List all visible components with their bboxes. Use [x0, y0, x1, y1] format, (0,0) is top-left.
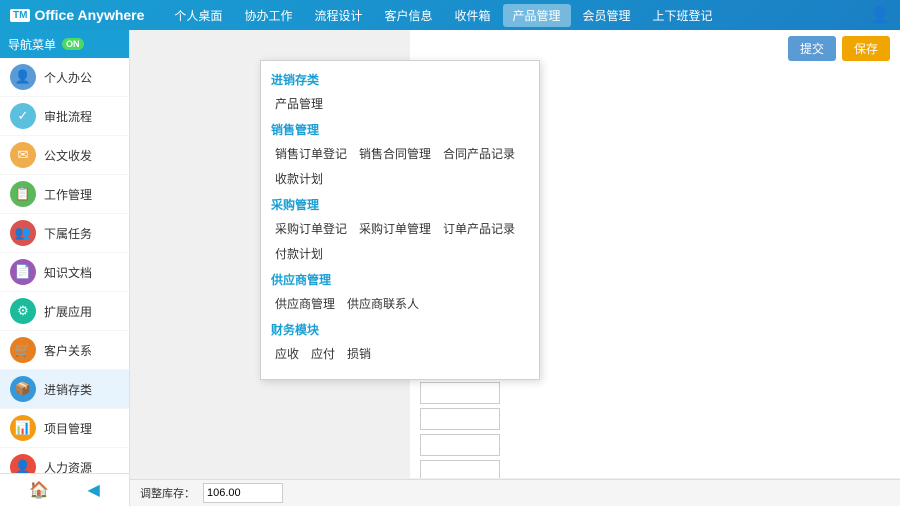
dropdown-items-sales-payment: 收款计划 [271, 169, 529, 188]
sidebar-header: 导航菜单 ON [0, 30, 129, 58]
sidebar-item-extend[interactable]: ⚙ 扩展应用 [0, 292, 129, 331]
toolbar: 提交 保存 [788, 36, 890, 61]
status-label: 调整库存： [140, 485, 195, 501]
sidebar-header-label: 导航菜单 [8, 36, 56, 53]
nav-item-cowork[interactable]: 协办工作 [234, 4, 302, 27]
dropdown-link-purchase-product[interactable]: 订单产品记录 [439, 219, 519, 238]
form-input-15[interactable] [420, 434, 500, 456]
save-button[interactable]: 保存 [842, 36, 890, 61]
sidebar-toggle[interactable]: ON [62, 38, 84, 50]
sidebar-item-personal[interactable]: 👤 个人办公 [0, 58, 129, 97]
status-bar: 调整库存： [130, 479, 900, 506]
sidebar-label-approval: 审批流程 [44, 108, 92, 125]
form-input-16[interactable] [420, 460, 500, 478]
nav-menu: 个人桌面 协办工作 流程设计 客户信息 收件箱 产品管理 会员管理 上下班登记 [164, 4, 870, 27]
nav-item-inbox[interactable]: 收件箱 [444, 4, 500, 27]
nav-item-checkin[interactable]: 上下班登记 [643, 4, 723, 27]
sidebar-label-mail: 公文收发 [44, 147, 92, 164]
dropdown-link-payable[interactable]: 应付 [307, 344, 339, 363]
sidebar-label-hr: 人力资源 [44, 459, 92, 474]
knowledge-icon: 📄 [10, 259, 36, 285]
sidebar-label-personal: 个人办公 [44, 69, 92, 86]
sidebar-item-workmanage[interactable]: 📋 工作管理 [0, 175, 129, 214]
project-icon: 📊 [10, 415, 36, 441]
form-input-14[interactable] [420, 408, 500, 430]
sidebar-label-inventory: 进销存类 [44, 381, 92, 398]
sidebar-item-mail[interactable]: ✉ 公文收发 [0, 136, 129, 175]
sidebar-label-workmanage: 工作管理 [44, 186, 92, 203]
sidebar-item-approval[interactable]: ✓ 审批流程 [0, 97, 129, 136]
dropdown-section-title-supplier: 供应商管理 [271, 271, 529, 288]
dropdown-link-sales-contract[interactable]: 销售合同管理 [355, 144, 435, 163]
nav-item-personal-desk[interactable]: 个人桌面 [164, 4, 232, 27]
sidebar-items: 👤 个人办公 ✓ 审批流程 ✉ 公文收发 📋 工作管理 👥 下属任务 📄 知 [0, 58, 129, 473]
form-row-13 [420, 382, 890, 404]
form-row-16 [420, 460, 890, 478]
sidebar-item-crm[interactable]: 🛒 客户关系 [0, 331, 129, 370]
nav-item-member[interactable]: 会员管理 [573, 4, 641, 27]
user-icon[interactable]: 👤 [870, 5, 890, 25]
dropdown-items-purchase: 采购订单登记 采购订单管理 订单产品记录 [271, 219, 529, 238]
form-row-15 [420, 434, 890, 456]
personal-icon: 👤 [10, 64, 36, 90]
crm-icon: 🛒 [10, 337, 36, 363]
sidebar-label-project: 项目管理 [44, 420, 92, 437]
dropdown-items-sales: 销售订单登记 销售合同管理 合同产品记录 [271, 144, 529, 163]
dropdown-items-purchase-payment: 付款计划 [271, 244, 529, 263]
sidebar-label-subtask: 下属任务 [44, 225, 92, 242]
dropdown-link-pay-plan[interactable]: 付款计划 [271, 244, 327, 263]
nav-item-customer[interactable]: 客户信息 [374, 4, 442, 27]
status-value-input[interactable] [203, 483, 283, 503]
subtask-icon: 👥 [10, 220, 36, 246]
sidebar-label-extend: 扩展应用 [44, 303, 92, 320]
approval-icon: ✓ [10, 103, 36, 129]
extend-icon: ⚙ [10, 298, 36, 324]
logo-icon: TM [10, 9, 30, 22]
dropdown-link-payment-plan[interactable]: 收款计划 [271, 169, 327, 188]
dropdown-link-product[interactable]: 产品管理 [271, 94, 327, 113]
form-input-13[interactable] [420, 382, 500, 404]
dropdown-link-supplier-manage[interactable]: 供应商管理 [271, 294, 339, 313]
dropdown-link-loss[interactable]: 损销 [343, 344, 375, 363]
dropdown-section-title-finance: 财务模块 [271, 321, 529, 338]
workmanage-icon: 📋 [10, 181, 36, 207]
inventory-icon: 📦 [10, 376, 36, 402]
dropdown-link-purchase-manage[interactable]: 采购订单管理 [355, 219, 435, 238]
nav-item-product[interactable]: 产品管理 [503, 4, 571, 27]
main-layout: 导航菜单 ON 👤 个人办公 ✓ 审批流程 ✉ 公文收发 📋 工作管理 👥 [0, 30, 900, 506]
dropdown-link-sales-order[interactable]: 销售订单登记 [271, 144, 351, 163]
header: TM Office Anywhere 个人桌面 协办工作 流程设计 客户信息 收… [0, 0, 900, 30]
sidebar-item-subtask[interactable]: 👥 下属任务 [0, 214, 129, 253]
dropdown-menu: 进销存类 产品管理 销售管理 销售订单登记 销售合同管理 合同产品记录 收款计划… [260, 60, 540, 380]
logo: TM Office Anywhere [10, 7, 144, 23]
sidebar-item-project[interactable]: 📊 项目管理 [0, 409, 129, 448]
sidebar-label-crm: 客户关系 [44, 342, 92, 359]
hr-icon: 👤 [10, 454, 36, 473]
logo-text: Office Anywhere [34, 7, 144, 23]
dropdown-link-receivable[interactable]: 应收 [271, 344, 303, 363]
sidebar-item-inventory[interactable]: 📦 进销存类 [0, 370, 129, 409]
form-row-14 [420, 408, 890, 430]
dropdown-items-inventory: 产品管理 [271, 94, 529, 113]
dropdown-link-sales-product-record[interactable]: 合同产品记录 [439, 144, 519, 163]
sidebar-footer: 🏠 ◀ [0, 473, 129, 506]
dropdown-link-supplier-contact[interactable]: 供应商联系人 [343, 294, 423, 313]
dropdown-items-finance: 应收 应付 损销 [271, 344, 529, 363]
dropdown-section-title-inventory: 进销存类 [271, 71, 529, 88]
collapse-icon[interactable]: ◀ [87, 480, 99, 500]
dropdown-section-title-sales: 销售管理 [271, 121, 529, 138]
dropdown-section-title-purchase: 采购管理 [271, 196, 529, 213]
submit-button[interactable]: 提交 [788, 36, 836, 61]
sidebar-item-hr[interactable]: 👤 人力资源 [0, 448, 129, 473]
home-icon[interactable]: 🏠 [29, 480, 49, 500]
sidebar: 导航菜单 ON 👤 个人办公 ✓ 审批流程 ✉ 公文收发 📋 工作管理 👥 [0, 30, 130, 506]
dropdown-items-supplier: 供应商管理 供应商联系人 [271, 294, 529, 313]
sidebar-item-knowledge[interactable]: 📄 知识文档 [0, 253, 129, 292]
nav-item-workflow[interactable]: 流程设计 [304, 4, 372, 27]
content-area: 进销存类 产品管理 销售管理 销售订单登记 销售合同管理 合同产品记录 收款计划… [130, 30, 900, 506]
sidebar-label-knowledge: 知识文档 [44, 264, 92, 281]
mail-icon: ✉ [10, 142, 36, 168]
dropdown-link-purchase-order[interactable]: 采购订单登记 [271, 219, 351, 238]
